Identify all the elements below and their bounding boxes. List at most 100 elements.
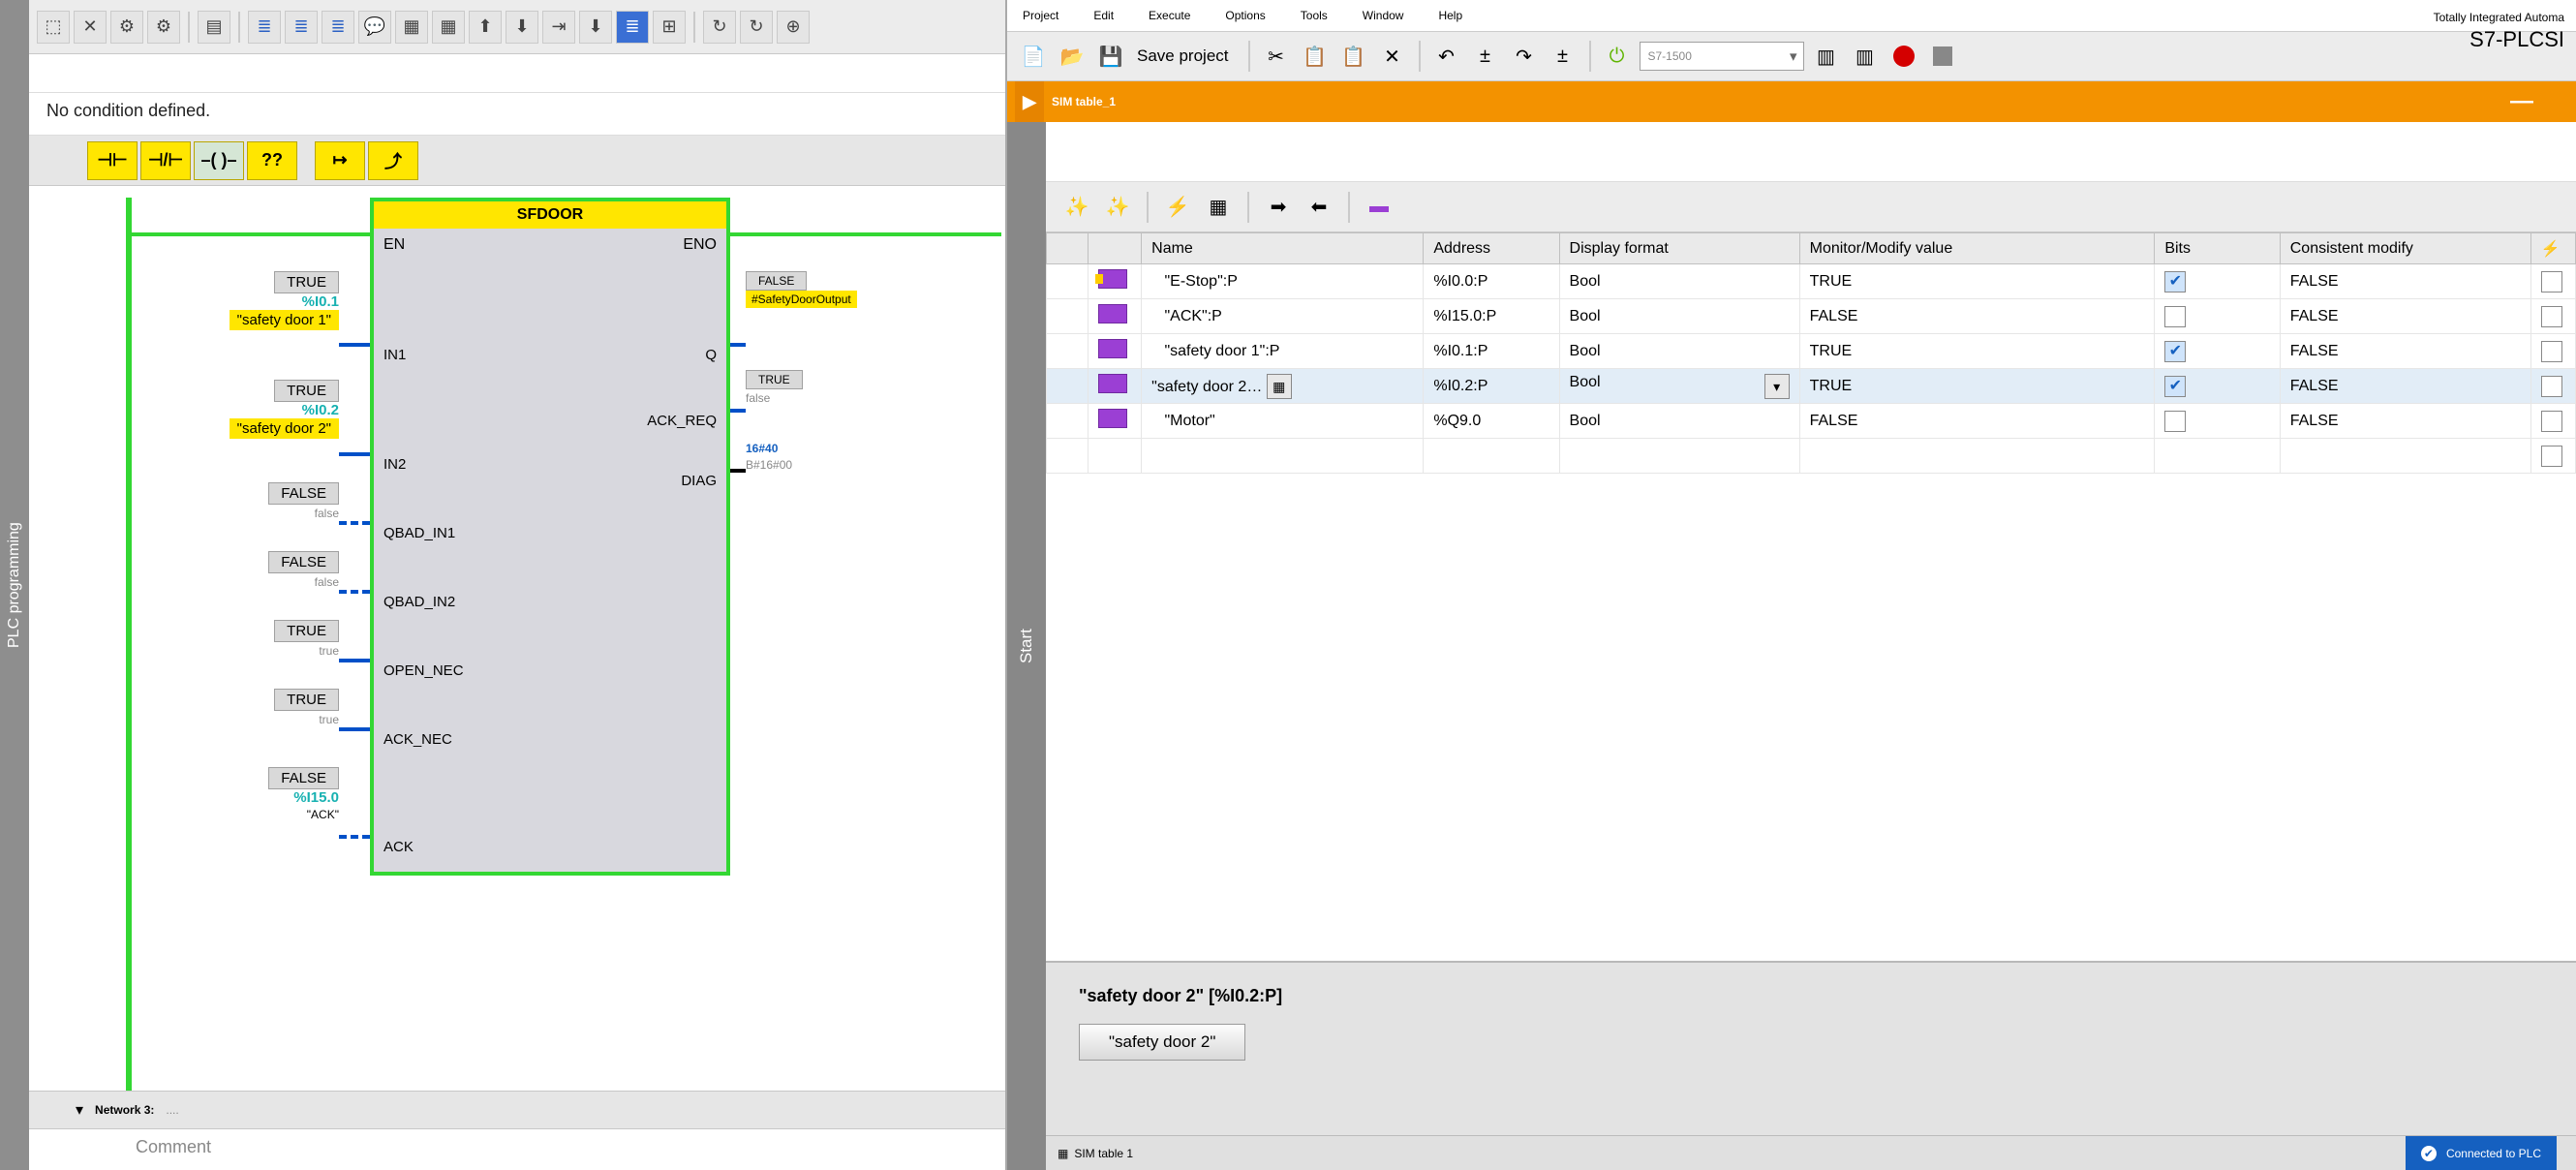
- menu-tools[interactable]: Tools: [1301, 9, 1328, 22]
- delete-icon[interactable]: ✕: [1376, 40, 1409, 73]
- bit-checkbox[interactable]: ✔: [2164, 341, 2186, 362]
- download-icon[interactable]: ▥: [1849, 40, 1882, 73]
- table-row-empty[interactable]: [1047, 439, 2576, 474]
- table-row[interactable]: "ACK":P%I15.0:PBoolFALSEFALSE: [1047, 299, 2576, 334]
- tb-icon[interactable]: 💬: [358, 11, 391, 44]
- stb-icon[interactable]: ▦: [1203, 192, 1234, 223]
- action-checkbox[interactable]: [2541, 446, 2562, 467]
- tb-icon[interactable]: ⚙: [147, 11, 180, 44]
- plc-programming-tab[interactable]: PLC programming: [0, 0, 29, 1170]
- cell-action[interactable]: [2530, 299, 2575, 334]
- tb-icon[interactable]: ≣: [616, 11, 649, 44]
- tb-icon[interactable]: ⚙: [110, 11, 143, 44]
- col-display-format[interactable]: Display format: [1559, 233, 1799, 264]
- start-tab[interactable]: Start: [1007, 122, 1046, 1170]
- sim-table[interactable]: Name Address Display format Monitor/Modi…: [1046, 232, 2576, 961]
- copy-icon[interactable]: 📋: [1299, 40, 1332, 73]
- cell-monitor[interactable]: TRUE: [1799, 264, 2155, 299]
- cell-bits[interactable]: ✔: [2155, 334, 2280, 369]
- expand-arrow-icon[interactable]: ▶: [1015, 81, 1044, 122]
- minimize-icon[interactable]: —: [2510, 88, 2533, 115]
- paste-icon[interactable]: 📋: [1337, 40, 1370, 73]
- cell-bits[interactable]: ✔: [2155, 264, 2280, 299]
- tb-icon[interactable]: ▤: [198, 11, 230, 44]
- open-icon[interactable]: 📂: [1056, 40, 1089, 73]
- cell-monitor[interactable]: FALSE: [1799, 299, 2155, 334]
- save-icon[interactable]: 💾: [1094, 40, 1127, 73]
- action-checkbox[interactable]: [2541, 306, 2562, 327]
- qbad1-tag[interactable]: FALSE false: [174, 482, 339, 521]
- tb-icon[interactable]: ⬆: [469, 11, 502, 44]
- in2-tag[interactable]: TRUE %I0.2 "safety door 2": [174, 380, 339, 439]
- tb-icon[interactable]: ▦: [395, 11, 428, 44]
- in1-tag[interactable]: TRUE %I0.1 "safety door 1": [174, 271, 339, 330]
- col-blank2[interactable]: [1089, 233, 1142, 264]
- tb-icon[interactable]: ⬇: [579, 11, 612, 44]
- tb-icon[interactable]: ⬇: [506, 11, 538, 44]
- branch-up-button[interactable]: ⤴: [368, 141, 418, 180]
- cell-consistent[interactable]: FALSE: [2280, 334, 2530, 369]
- ackreq-tag[interactable]: TRUE false: [746, 370, 939, 406]
- cell-name[interactable]: "safety door 2… ▦: [1142, 369, 1424, 404]
- redo-step-icon[interactable]: ±: [1547, 40, 1579, 73]
- status-tab[interactable]: SIM table 1: [1074, 1147, 1133, 1160]
- action-checkbox[interactable]: [2541, 271, 2562, 292]
- table-row[interactable]: "safety door 2… ▦%I0.2:PBool ▾TRUE✔FALSE: [1047, 369, 2576, 404]
- record-icon[interactable]: [1887, 40, 1920, 73]
- tb-icon[interactable]: ⊕: [777, 11, 810, 44]
- detail-button[interactable]: "safety door 2": [1079, 1024, 1245, 1061]
- cell-format[interactable]: Bool: [1559, 264, 1799, 299]
- import-icon[interactable]: ⬅: [1303, 192, 1334, 223]
- cell-name[interactable]: "safety door 1":P: [1142, 334, 1424, 369]
- cell-consistent[interactable]: FALSE: [2280, 299, 2530, 334]
- power-icon[interactable]: ⏻: [1601, 40, 1634, 73]
- cell-consistent[interactable]: FALSE: [2280, 264, 2530, 299]
- cell-consistent[interactable]: FALSE: [2280, 369, 2530, 404]
- new-icon[interactable]: 📄: [1017, 40, 1050, 73]
- cell-address[interactable]: %I0.0:P: [1424, 264, 1559, 299]
- tb-icon[interactable]: ↻: [740, 11, 773, 44]
- cell-name[interactable]: "ACK":P: [1142, 299, 1424, 334]
- cell-address[interactable]: %I0.2:P: [1424, 369, 1559, 404]
- tb-icon[interactable]: ⬚: [37, 11, 70, 44]
- bit-checkbox[interactable]: [2164, 411, 2186, 432]
- stb-icon[interactable]: ✨: [1102, 192, 1133, 223]
- ladder-canvas[interactable]: SFDOOR EN ENO IN1 IN2 QBAD_IN1 QBAD_IN2 …: [29, 186, 1005, 1091]
- cell-action[interactable]: [2530, 369, 2575, 404]
- cell-bits[interactable]: [2155, 299, 2280, 334]
- diag-tag[interactable]: 16#40 B#16#00: [746, 440, 939, 473]
- cell-name[interactable]: "Motor": [1142, 404, 1424, 439]
- cell-format[interactable]: Bool: [1559, 299, 1799, 334]
- redo-icon[interactable]: ↷: [1508, 40, 1541, 73]
- contact-nc-button[interactable]: ⊣/⊢: [140, 141, 191, 180]
- cell-bits[interactable]: ✔: [2155, 369, 2280, 404]
- cell-address[interactable]: %I15.0:P: [1424, 299, 1559, 334]
- table-row[interactable]: "safety door 1":P%I0.1:PBoolTRUE✔FALSE: [1047, 334, 2576, 369]
- menu-edit[interactable]: Edit: [1093, 9, 1114, 22]
- bit-checkbox[interactable]: ✔: [2164, 376, 2186, 397]
- col-flash[interactable]: ⚡: [2530, 233, 2575, 264]
- cell-monitor[interactable]: TRUE: [1799, 334, 2155, 369]
- ack-tag[interactable]: FALSE %I15.0 "ACK": [174, 767, 339, 822]
- tb-icon[interactable]: ▦: [432, 11, 465, 44]
- tb-icon[interactable]: ↻: [703, 11, 736, 44]
- compile-icon[interactable]: ▥: [1810, 40, 1843, 73]
- menu-project[interactable]: Project: [1023, 9, 1058, 22]
- bit-checkbox[interactable]: ✔: [2164, 271, 2186, 292]
- menu-window[interactable]: Window: [1363, 9, 1404, 22]
- stop-icon[interactable]: [1926, 40, 1959, 73]
- cell-bits[interactable]: [2155, 404, 2280, 439]
- table-row[interactable]: "Motor"%Q9.0BoolFALSEFALSE: [1047, 404, 2576, 439]
- cell-format[interactable]: Bool: [1559, 404, 1799, 439]
- contact-no-button[interactable]: ⊣⊢: [87, 141, 138, 180]
- col-consistent[interactable]: Consistent modify: [2280, 233, 2530, 264]
- cell-monitor[interactable]: FALSE: [1799, 404, 2155, 439]
- col-address[interactable]: Address: [1424, 233, 1559, 264]
- box-button[interactable]: ??: [247, 141, 297, 180]
- cell-consistent[interactable]: FALSE: [2280, 404, 2530, 439]
- action-checkbox[interactable]: [2541, 411, 2562, 432]
- flash-icon[interactable]: ⚡: [1162, 192, 1193, 223]
- tb-icon[interactable]: ⇥: [542, 11, 575, 44]
- stb-icon[interactable]: ✨: [1061, 192, 1092, 223]
- coil-button[interactable]: –( )–: [194, 141, 244, 180]
